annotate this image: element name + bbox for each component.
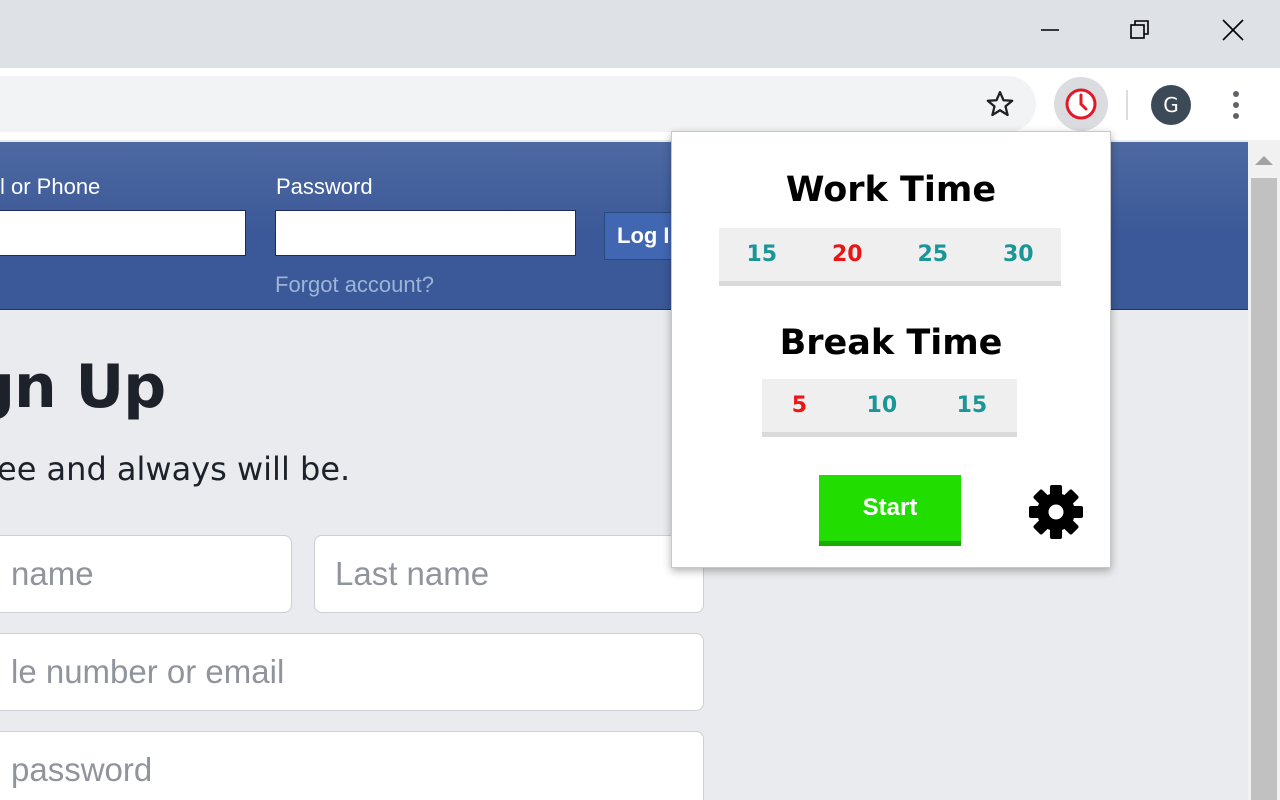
email-label: l or Phone [0,174,101,199]
break-option[interactable]: 15 [957,393,988,418]
forgot-account-link[interactable]: Forgot account? [275,272,434,298]
break-time-options: 5 10 15 [762,379,1017,437]
work-option[interactable]: 30 [1003,242,1034,267]
email-input[interactable] [0,210,246,256]
restore-icon[interactable] [1117,10,1163,50]
timer-extension-button[interactable] [1054,77,1108,131]
gear-icon[interactable] [1026,482,1086,542]
last-name-input[interactable]: Last name [314,535,704,613]
bookmark-star-icon[interactable] [984,88,1016,120]
break-option[interactable]: 5 [792,393,807,418]
signup-title: gn Up [0,352,166,422]
browser-toolbar: G [0,68,1280,140]
signup-subtitle: ee and always will be. [0,450,351,488]
toolbar-divider [1126,90,1128,120]
password-input[interactable] [275,210,576,256]
work-time-title: Work Time [785,170,997,210]
work-time-options: 15 20 25 30 [719,228,1061,286]
work-option[interactable]: 20 [832,242,863,267]
browser-titlebar [0,0,1280,68]
close-icon[interactable] [1210,10,1256,50]
clock-icon [1065,88,1097,120]
page-scrollbar[interactable] [1248,140,1280,800]
new-password-input[interactable]: password [0,731,704,800]
minimize-icon[interactable] [1027,10,1073,50]
work-option[interactable]: 15 [746,242,777,267]
work-option[interactable]: 25 [917,242,948,267]
break-option[interactable]: 10 [867,393,898,418]
mobile-or-email-input[interactable]: le number or email [0,633,704,711]
profile-avatar[interactable]: G [1151,85,1191,125]
password-label: Password [276,174,373,199]
scroll-thumb[interactable] [1251,178,1277,800]
first-name-input[interactable]: name [0,535,292,613]
start-button[interactable]: Start [819,475,961,546]
scroll-up-arrow-icon[interactable] [1255,156,1273,165]
break-time-title: Break Time [779,323,1003,363]
browser-menu-icon[interactable] [1220,85,1252,125]
timer-popup: Work Time 15 20 25 30 Break Time 5 10 15… [671,131,1111,568]
address-bar[interactable] [0,76,1036,132]
